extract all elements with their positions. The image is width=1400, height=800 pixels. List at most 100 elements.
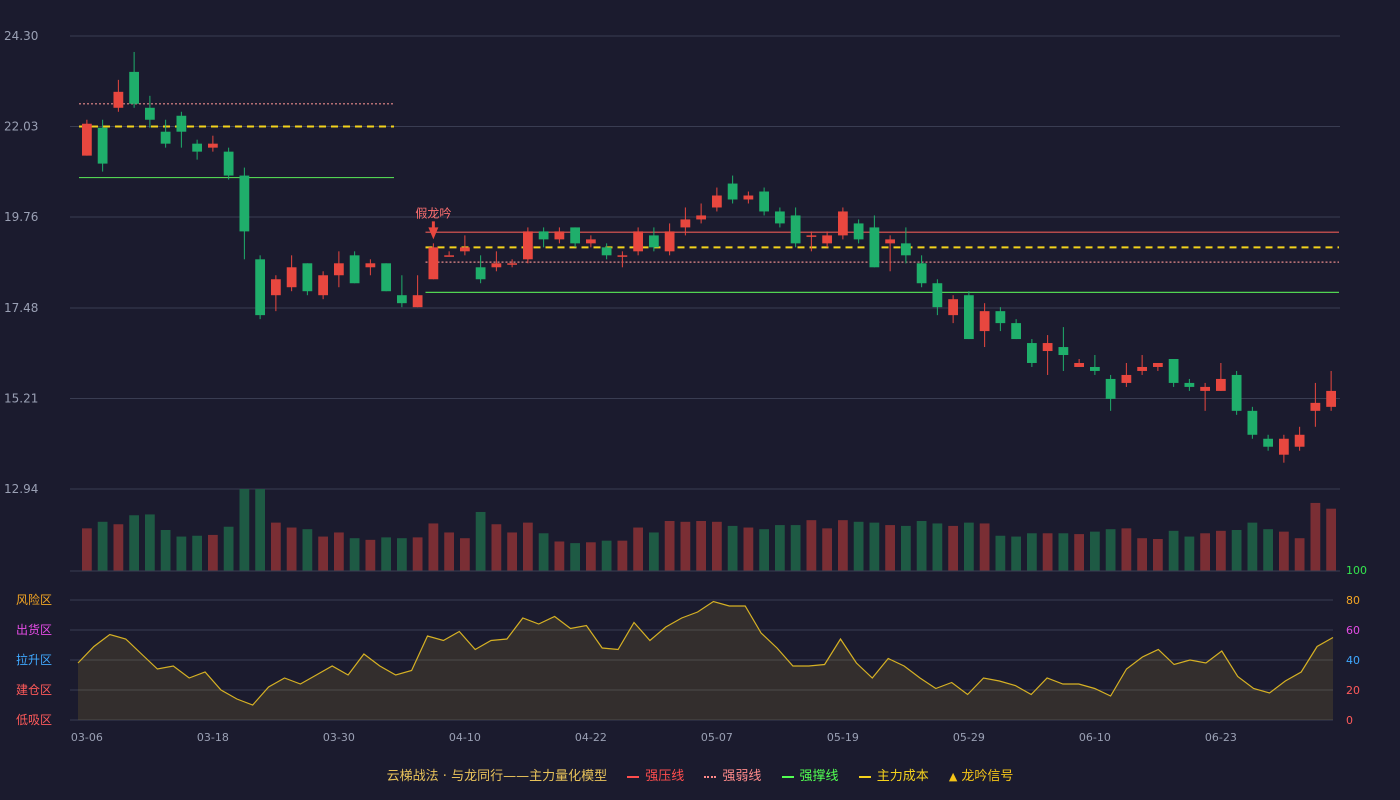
price-tick-label: 24.30 (4, 29, 38, 43)
candle-body (507, 263, 518, 265)
candle-body (633, 231, 644, 252)
indicator-tick-label: 20 (1346, 684, 1360, 697)
candle-body (113, 91, 124, 108)
level-lines (79, 103, 1339, 294)
candle-body (916, 263, 927, 284)
indicator-zone-label: 拉升区 (16, 652, 52, 667)
candle-body (381, 263, 392, 292)
volume-bar (853, 521, 864, 571)
volume-bar (1326, 508, 1337, 571)
candle-body (1026, 343, 1037, 363)
stock-chart: 24.30 22.03 19.76 17.48 15.21 12.94 假龙吟 100 80… (4, 29, 1367, 744)
candle-body (900, 243, 911, 256)
volume-bar (129, 515, 140, 571)
candle-body (365, 263, 376, 268)
volume-bar (601, 540, 612, 571)
volume-bar (1263, 529, 1274, 571)
volume-bar (1152, 539, 1163, 571)
candle-body (869, 227, 880, 268)
volume-bar (381, 537, 392, 571)
volume-bar (806, 520, 817, 571)
candle-body (585, 239, 596, 244)
candle-body (806, 235, 817, 237)
indicator-zone-label: 低吸区 (16, 713, 52, 727)
volume-series (70, 489, 1340, 572)
candlestick-series (81, 51, 1337, 463)
candle-body (444, 255, 455, 257)
volume-bar (333, 532, 344, 571)
candle-body (349, 255, 360, 284)
volume-bar (585, 542, 596, 571)
indicator-panel: 100 80 60 40 20 0 风险区出货区拉升区建仓区低吸区 (16, 564, 1367, 727)
candle-body (1326, 390, 1337, 407)
legend-item-signal: ▲ 龙吟信号 (948, 769, 1014, 784)
date-tick-label: 06-23 (1205, 731, 1237, 744)
candle-body (81, 123, 92, 156)
candle-body (459, 247, 470, 252)
candle-body (696, 215, 707, 220)
candle-body (822, 235, 833, 244)
candle-body (885, 239, 896, 244)
candle-body (570, 227, 581, 244)
volume-bar (869, 522, 880, 571)
volume-bar (995, 535, 1006, 571)
volume-bar (507, 532, 518, 571)
price-axis: 24.30 22.03 19.76 17.48 15.21 12.94 (4, 29, 38, 496)
candle-body (648, 235, 659, 248)
price-tick-label: 17.48 (4, 301, 38, 315)
volume-bar (192, 535, 203, 571)
indicator-zone-label: 出货区 (16, 622, 52, 637)
volume-bar (727, 525, 738, 571)
volume-bar (900, 525, 911, 571)
volume-bar (538, 533, 549, 571)
candle-body (160, 131, 171, 144)
candle-body (223, 151, 234, 176)
volume-bar (554, 541, 565, 571)
volume-bar (1184, 536, 1195, 571)
volume-bar (97, 521, 108, 571)
candle-body (1184, 382, 1195, 387)
candle-body (837, 211, 848, 236)
triangle-icon: ▲ (948, 770, 958, 783)
candle-body (1231, 374, 1242, 411)
volume-bar (885, 525, 896, 571)
candle-body (790, 215, 801, 244)
indicator-tick-label: 0 (1346, 714, 1353, 727)
candle-body (1310, 402, 1321, 411)
candle-body (1278, 438, 1289, 455)
volume-bar (570, 543, 581, 571)
candle-body (302, 263, 313, 292)
candle-body (207, 143, 218, 148)
indicator-tick-label: 60 (1346, 624, 1360, 637)
volume-bar (1294, 538, 1305, 571)
volume-bar (633, 527, 644, 571)
candle-body (129, 71, 140, 104)
volume-bar (396, 538, 407, 571)
volume-bar (711, 521, 722, 571)
legend-item-pressure: 强压线 (627, 765, 684, 784)
volume-bar (1200, 533, 1211, 571)
date-tick-label: 05-19 (827, 731, 859, 744)
volume-bar (1247, 522, 1258, 571)
volume-bar (444, 532, 455, 571)
candle-body (1058, 347, 1069, 356)
candle-body (318, 275, 329, 296)
volume-bar (1215, 530, 1226, 571)
candle-body (617, 255, 628, 257)
volume-bar (365, 539, 376, 571)
candle-body (995, 311, 1006, 324)
volume-bar (617, 540, 628, 571)
volume-bar (255, 489, 266, 571)
candle-body (1137, 366, 1148, 371)
candle-body (1168, 359, 1179, 383)
volume-bar (1058, 533, 1069, 571)
dragon-signal: 假龙吟 (415, 205, 451, 240)
volume-bar (1105, 529, 1116, 571)
signal-arrow-stem (431, 221, 435, 229)
volume-bar (648, 532, 659, 571)
volume-bar (459, 538, 470, 571)
volume-bar (1168, 530, 1179, 571)
candle-body (144, 107, 155, 120)
volume-bar (270, 522, 281, 571)
volume-bar (1310, 502, 1321, 571)
